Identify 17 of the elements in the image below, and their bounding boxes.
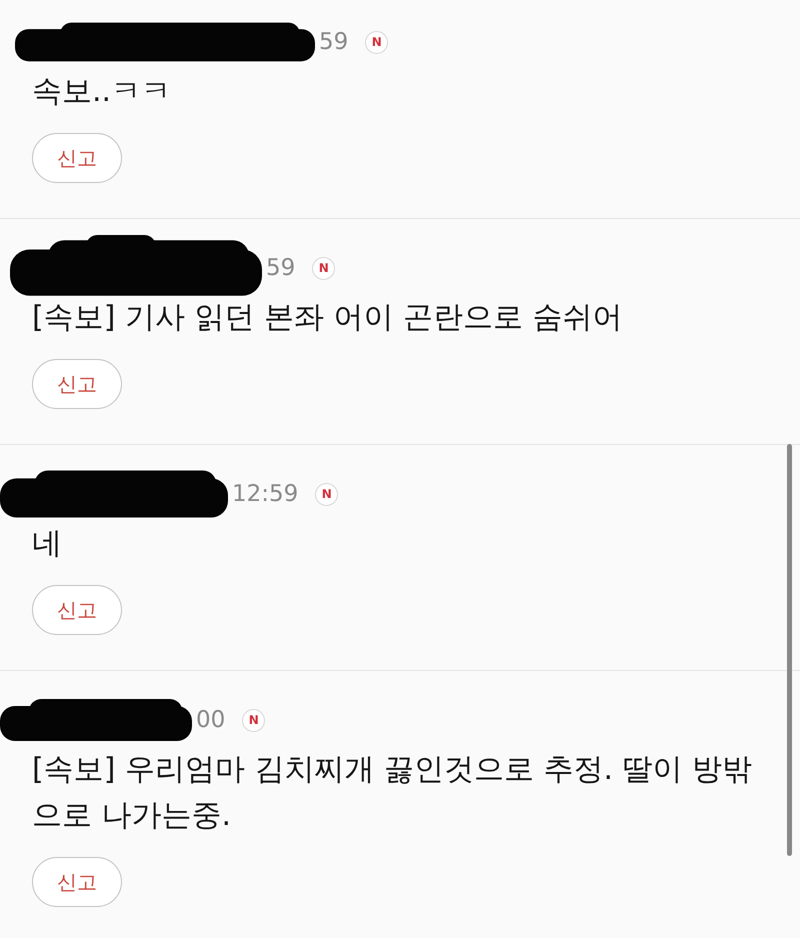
scrollbar-thumb[interactable] — [787, 444, 792, 856]
report-button[interactable]: 신고 — [32, 585, 122, 635]
comment-time: 59 — [319, 29, 348, 55]
comment-time: 00 — [196, 707, 226, 733]
comment-text: [속보] 우리엄마 김치찌개 끓인것으로 추정. 딸이 방밖으로 나가는중. — [32, 751, 754, 835]
new-badge: N — [312, 256, 336, 280]
new-badge: N — [242, 708, 266, 732]
report-button[interactable]: 신고 — [32, 133, 122, 183]
new-badge: N — [315, 482, 338, 506]
comment-text: [속보] 기사 읽던 본좌 어이 곤란으로 숨쉬어 — [32, 299, 624, 337]
comment-time: 12:59 — [232, 481, 298, 507]
report-button[interactable]: 신고 — [32, 359, 122, 409]
comment-time: 59 — [266, 255, 296, 281]
comment-text: 속보..ㅋㅋ — [32, 73, 172, 111]
new-badge: N — [365, 30, 388, 54]
comment-text: 네 — [32, 525, 63, 563]
report-button[interactable]: 신고 — [32, 857, 122, 907]
